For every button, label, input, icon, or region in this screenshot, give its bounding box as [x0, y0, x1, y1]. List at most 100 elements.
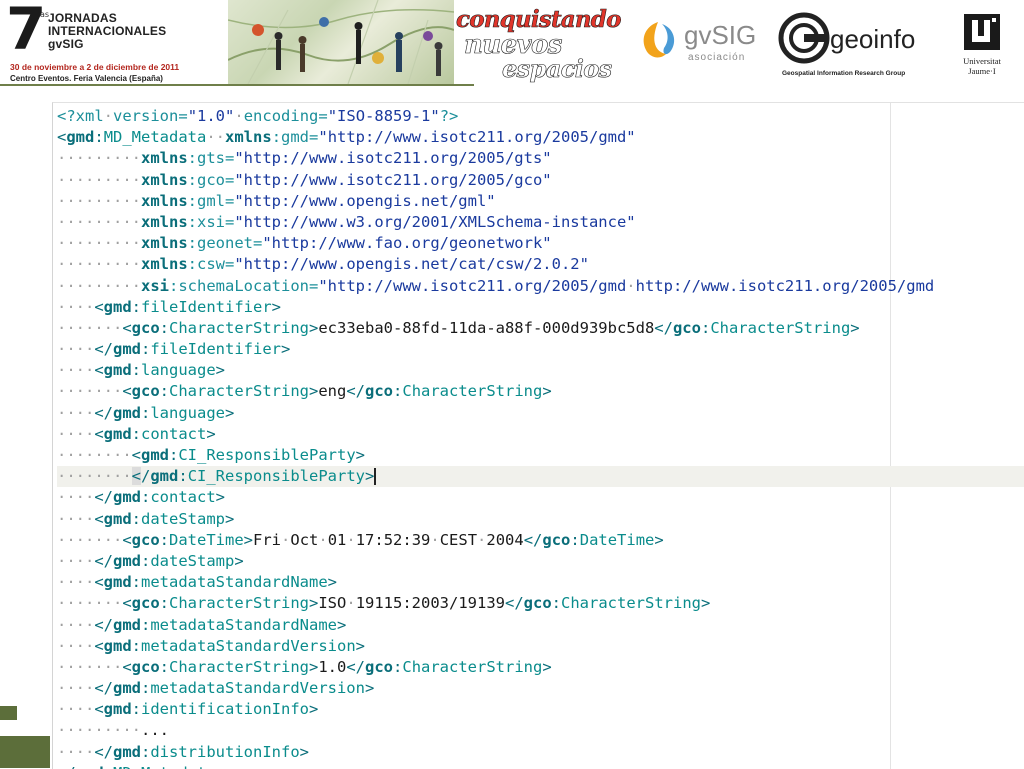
code-token: :: [393, 657, 403, 676]
code-token: :: [393, 382, 403, 401]
code-line[interactable]: ·········xmlns:gts="http://www.isotc211.…: [57, 148, 1024, 169]
code-token: CharacterString: [169, 657, 309, 676]
code-line[interactable]: ····<gmd:contact>: [57, 424, 1024, 445]
code-token: </: [505, 594, 524, 613]
text-cursor: [374, 468, 376, 486]
whitespace-marker: ····: [57, 424, 95, 443]
code-line[interactable]: ·········xmlns:geonet="http://www.fao.or…: [57, 233, 1024, 254]
code-token: CI_ResponsibleParty: [178, 446, 356, 464]
geoinfo-subtitle: Geospatial Information Research Group: [782, 70, 906, 77]
code-token: <: [122, 657, 132, 676]
code-line[interactable]: ·········xsi:schemaLocation="http://www.…: [57, 276, 1024, 297]
code-line[interactable]: ·········xmlns:csw="http://www.opengis.n…: [57, 254, 1024, 275]
code-area[interactable]: <?xml·version="1.0"·encoding="ISO-8859-1…: [57, 106, 1024, 769]
whitespace-marker: ·: [430, 530, 440, 549]
code-token: CharacterString: [169, 382, 309, 401]
geoinfo-name: geoinfo: [830, 24, 916, 54]
code-line[interactable]: ····</gmd:metadataStandardName>: [57, 615, 1024, 636]
code-token: </: [654, 318, 673, 337]
code-token: :: [178, 467, 188, 486]
code-token: CharacterString: [561, 594, 701, 613]
code-line[interactable]: ·········xmlns:gml="http://www.opengis.n…: [57, 191, 1024, 212]
code-token: "http://www.w3.org/2001/XMLSchema-instan…: [234, 212, 636, 231]
code-token: gco: [523, 594, 552, 613]
code-line[interactable]: ·······<gco:CharacterString>eng</gco:Cha…: [57, 381, 1024, 402]
xml-editor[interactable]: <?xml·version="1.0"·encoding="ISO-8859-1…: [52, 102, 1024, 769]
whitespace-marker: ····: [57, 700, 95, 719]
code-token: gco: [131, 657, 160, 676]
code-token: CharacterString: [710, 318, 851, 337]
code-line[interactable]: ········<gmd:CI_ResponsibleParty>: [57, 445, 1024, 466]
code-line[interactable]: <?xml·version="1.0"·encoding="ISO-8859-1…: [57, 106, 1024, 127]
code-token: CEST: [439, 530, 478, 549]
code-line[interactable]: ····<gmd:language>: [57, 360, 1024, 381]
whitespace-marker: ········: [57, 446, 132, 464]
code-line[interactable]: ····</gmd:metadataStandardVersion>: [57, 678, 1024, 699]
code-token: <: [94, 700, 104, 719]
code-line-current[interactable]: ········</gmd:CI_ResponsibleParty>: [57, 466, 1024, 488]
code-line[interactable]: ····</gmd:fileIdentifier>: [57, 339, 1024, 360]
code-token: "http://www.opengis.net/gml": [234, 191, 496, 210]
whitespace-marker: ········: [57, 467, 132, 486]
code-line[interactable]: ····</gmd:contact>: [57, 487, 1024, 508]
code-line[interactable]: ····<gmd:fileIdentifier>: [57, 297, 1024, 318]
code-token: metadataStandardVersion: [141, 636, 356, 655]
code-token: :: [141, 551, 151, 570]
code-token: >: [355, 636, 365, 655]
code-token: :: [94, 128, 104, 147]
code-token: gco: [131, 530, 160, 549]
code-token: gco: [131, 594, 160, 613]
code-token: >: [355, 446, 365, 464]
code-token: "http://www.isotc211.org/2005/gts": [234, 149, 552, 168]
code-token: xmlns: [141, 170, 188, 189]
code-line[interactable]: ····</gmd:distributionInfo>: [57, 742, 1024, 763]
whitespace-marker: ·······: [57, 382, 123, 401]
code-token: <?xml: [57, 107, 104, 125]
geoinfo-mark-icon: [778, 12, 830, 64]
code-token: 01: [327, 530, 347, 549]
code-token: 2004: [486, 530, 524, 549]
code-line[interactable]: ·········xmlns:xsi="http://www.w3.org/20…: [57, 212, 1024, 233]
gvsig-name: gvSIG: [684, 20, 757, 50]
code-token: xmlns: [225, 128, 272, 147]
code-token: </: [57, 764, 76, 769]
code-line[interactable]: ····<gmd:dateStamp>: [57, 509, 1024, 530]
code-token: =: [225, 212, 235, 231]
code-token: <: [122, 530, 132, 549]
code-token: >: [216, 764, 225, 769]
code-token: CI_ResponsibleParty: [187, 467, 365, 486]
code-token: language: [150, 403, 225, 422]
code-line[interactable]: ·······<gco:CharacterString>ISO·19115:20…: [57, 593, 1024, 614]
code-token: gmd: [113, 615, 141, 634]
code-token: >: [243, 530, 254, 549]
code-line[interactable]: ····</gmd:language>: [57, 403, 1024, 424]
code-token: >: [850, 318, 860, 337]
code-token: :: [131, 636, 142, 655]
whitespace-marker: ·: [103, 107, 114, 125]
code-token: >: [654, 530, 664, 549]
code-line[interactable]: ·········...: [57, 720, 1024, 741]
code-line[interactable]: </gmd:MD_Metadata>: [57, 763, 1024, 769]
code-token: >: [309, 657, 319, 676]
code-line[interactable]: ····</gmd:dateStamp>: [57, 551, 1024, 572]
code-token: gco: [542, 530, 571, 549]
code-line[interactable]: ····<gmd:metadataStandardName>: [57, 572, 1024, 593]
code-line[interactable]: ····<gmd:metadataStandardVersion>: [57, 636, 1024, 657]
whitespace-marker: ·········: [57, 721, 141, 740]
code-token: <: [122, 318, 132, 337]
code-line[interactable]: ·········xmlns:gco="http://www.isotc211.…: [57, 170, 1024, 191]
code-line[interactable]: ·······<gco:CharacterString>1.0</gco:Cha…: [57, 657, 1024, 678]
code-token: =: [253, 234, 263, 253]
code-line[interactable]: ·······<gco:CharacterString>ec33eba0-88f…: [57, 318, 1024, 339]
code-token: >: [215, 488, 226, 507]
code-token: gmd: [103, 700, 132, 719]
code-line[interactable]: ·······<gco:DateTime>Fri·Oct·01·17:52:39…: [57, 530, 1024, 551]
code-token: :xsi: [187, 212, 225, 231]
code-line[interactable]: ····<gmd:identificationInfo>: [57, 699, 1024, 720]
whitespace-marker: ·: [477, 530, 487, 549]
code-line[interactable]: <gmd:MD_Metadata··xmlns:gmd="http://www.…: [57, 127, 1024, 148]
code-token: =: [225, 170, 235, 189]
whitespace-marker: ·: [281, 530, 291, 549]
whitespace-marker: ····: [57, 340, 95, 359]
whitespace-marker: ·········: [57, 234, 141, 253]
